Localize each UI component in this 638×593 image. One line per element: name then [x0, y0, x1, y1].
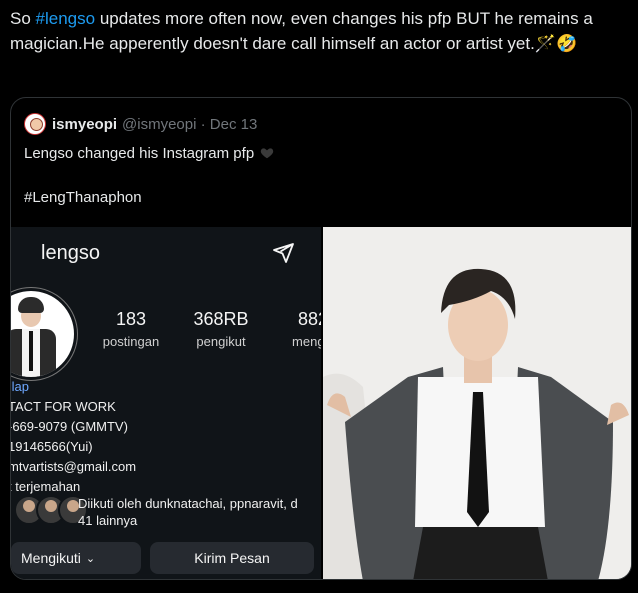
media-grid[interactable]: lengso 183 postingan 368RB pengikut 882 men…: [11, 227, 631, 579]
ig-stat-number: 183: [115, 309, 147, 329]
ig-message-button: Kirim Pesan: [150, 542, 314, 574]
ig-stat-number: 882: [297, 309, 321, 329]
ig-stat-label: mengik: [292, 334, 321, 349]
ig-stat-following: 882 mengik: [273, 309, 321, 349]
person-photo-image: [323, 227, 631, 579]
quote-author-handle: @ismyeopi · Dec 13: [122, 115, 258, 133]
avatar[interactable]: [24, 113, 46, 135]
tweet-text: So #lengso updates more often now, even …: [10, 6, 630, 56]
instagram-profile-screenshot: lengso 183 postingan 368RB pengikut 882 men…: [11, 227, 321, 579]
quoted-tweet-card[interactable]: ismyeopi @ismyeopi · Dec 13 Lengso chang…: [10, 97, 632, 580]
quote-author-name[interactable]: ismyeopi: [52, 116, 117, 133]
ig-stat-posts: 183 postingan: [99, 309, 163, 349]
ig-bio-line: TACT FOR WORK: [11, 399, 116, 414]
tweet-text-before: So: [10, 9, 36, 28]
ig-following-label: Mengikuti: [21, 550, 81, 566]
ig-bio-line: -669-9079 (GMMTV): [11, 419, 128, 434]
ig-message-label: Kirim Pesan: [194, 550, 270, 566]
ig-followed-by-text: Diikuti oleh dunknatachai, ppnaravit, d: [78, 496, 298, 511]
ig-bio: ılap TACT FOR WORK -669-9079 (GMMTV) 191…: [11, 377, 136, 497]
tweet-text-after: updates more often now, even changes his…: [10, 9, 593, 53]
hashtag-link[interactable]: #lengso: [36, 9, 96, 28]
ig-followed-avatars: [14, 495, 88, 525]
ig-bio-line: ılap: [11, 379, 29, 394]
quote-text: Lengso changed his Instagram pfp: [24, 145, 255, 162]
ig-following-button: Mengikuti ⌄: [11, 542, 141, 574]
send-icon: [273, 243, 294, 263]
ig-stat-followers: 368RB pengikut: [186, 309, 256, 349]
chevron-down-icon: ⌄: [85, 552, 96, 565]
ig-stat-label: pengikut: [196, 334, 246, 349]
ig-stat-number: 368RB: [193, 309, 249, 329]
profile-photo: [323, 227, 631, 579]
ig-username: lengso: [41, 242, 100, 264]
quote-header: ismyeopi @ismyeopi · Dec 13: [24, 113, 257, 135]
ig-bio-line: t terjemahan: [11, 479, 81, 494]
quote-hashtag[interactable]: #LengThanaphon: [24, 189, 142, 206]
black-heart-icon: [260, 148, 274, 159]
ig-bio-line: 19146566(Yui): [11, 439, 93, 454]
ig-stat-label: postingan: [102, 334, 160, 349]
ig-followed-by: Diikuti oleh dunknatachai, ppnaravit, d …: [78, 495, 298, 529]
ig-bio-line: mtvartists@gmail.com: [11, 459, 137, 474]
quote-text-line: Lengso changed his Instagram pfp: [24, 145, 274, 162]
ig-profile-picture: [11, 288, 77, 380]
ig-followed-more: 41 lainnya: [78, 513, 138, 528]
